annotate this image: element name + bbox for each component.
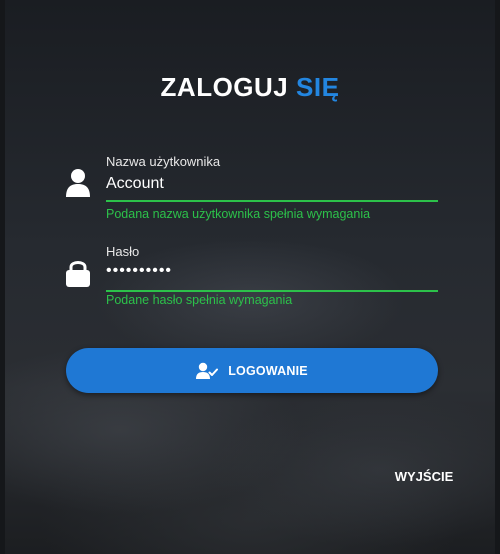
title-main: ZALOGUJ	[160, 72, 289, 102]
password-field[interactable]: Hasło •••••••••• Podane hasło spełnia wy…	[66, 238, 438, 313]
exit-button[interactable]: WYJŚCIE	[388, 466, 460, 486]
login-button[interactable]: LOGOWANIE	[66, 348, 438, 393]
login-button-label: LOGOWANIE	[228, 363, 308, 378]
password-underline	[106, 290, 438, 292]
username-label: Nazwa użytkownika	[106, 154, 221, 169]
password-input[interactable]: ••••••••••	[106, 262, 172, 280]
user-check-icon	[196, 362, 219, 380]
username-help-text: Podana nazwa użytkownika spełnia wymagan…	[106, 207, 371, 221]
username-input[interactable]: Account	[106, 175, 164, 193]
lock-icon	[66, 258, 90, 288]
username-field[interactable]: Nazwa użytkownika Account Podana nazwa u…	[66, 150, 438, 225]
password-help-text: Podane hasło spełnia wymagania	[106, 293, 293, 307]
password-label: Hasło	[106, 244, 140, 259]
user-icon	[66, 168, 90, 198]
username-underline	[106, 200, 438, 202]
title-accent: SIĘ	[296, 72, 340, 102]
page-title: ZALOGUJ SIĘ	[0, 72, 500, 103]
